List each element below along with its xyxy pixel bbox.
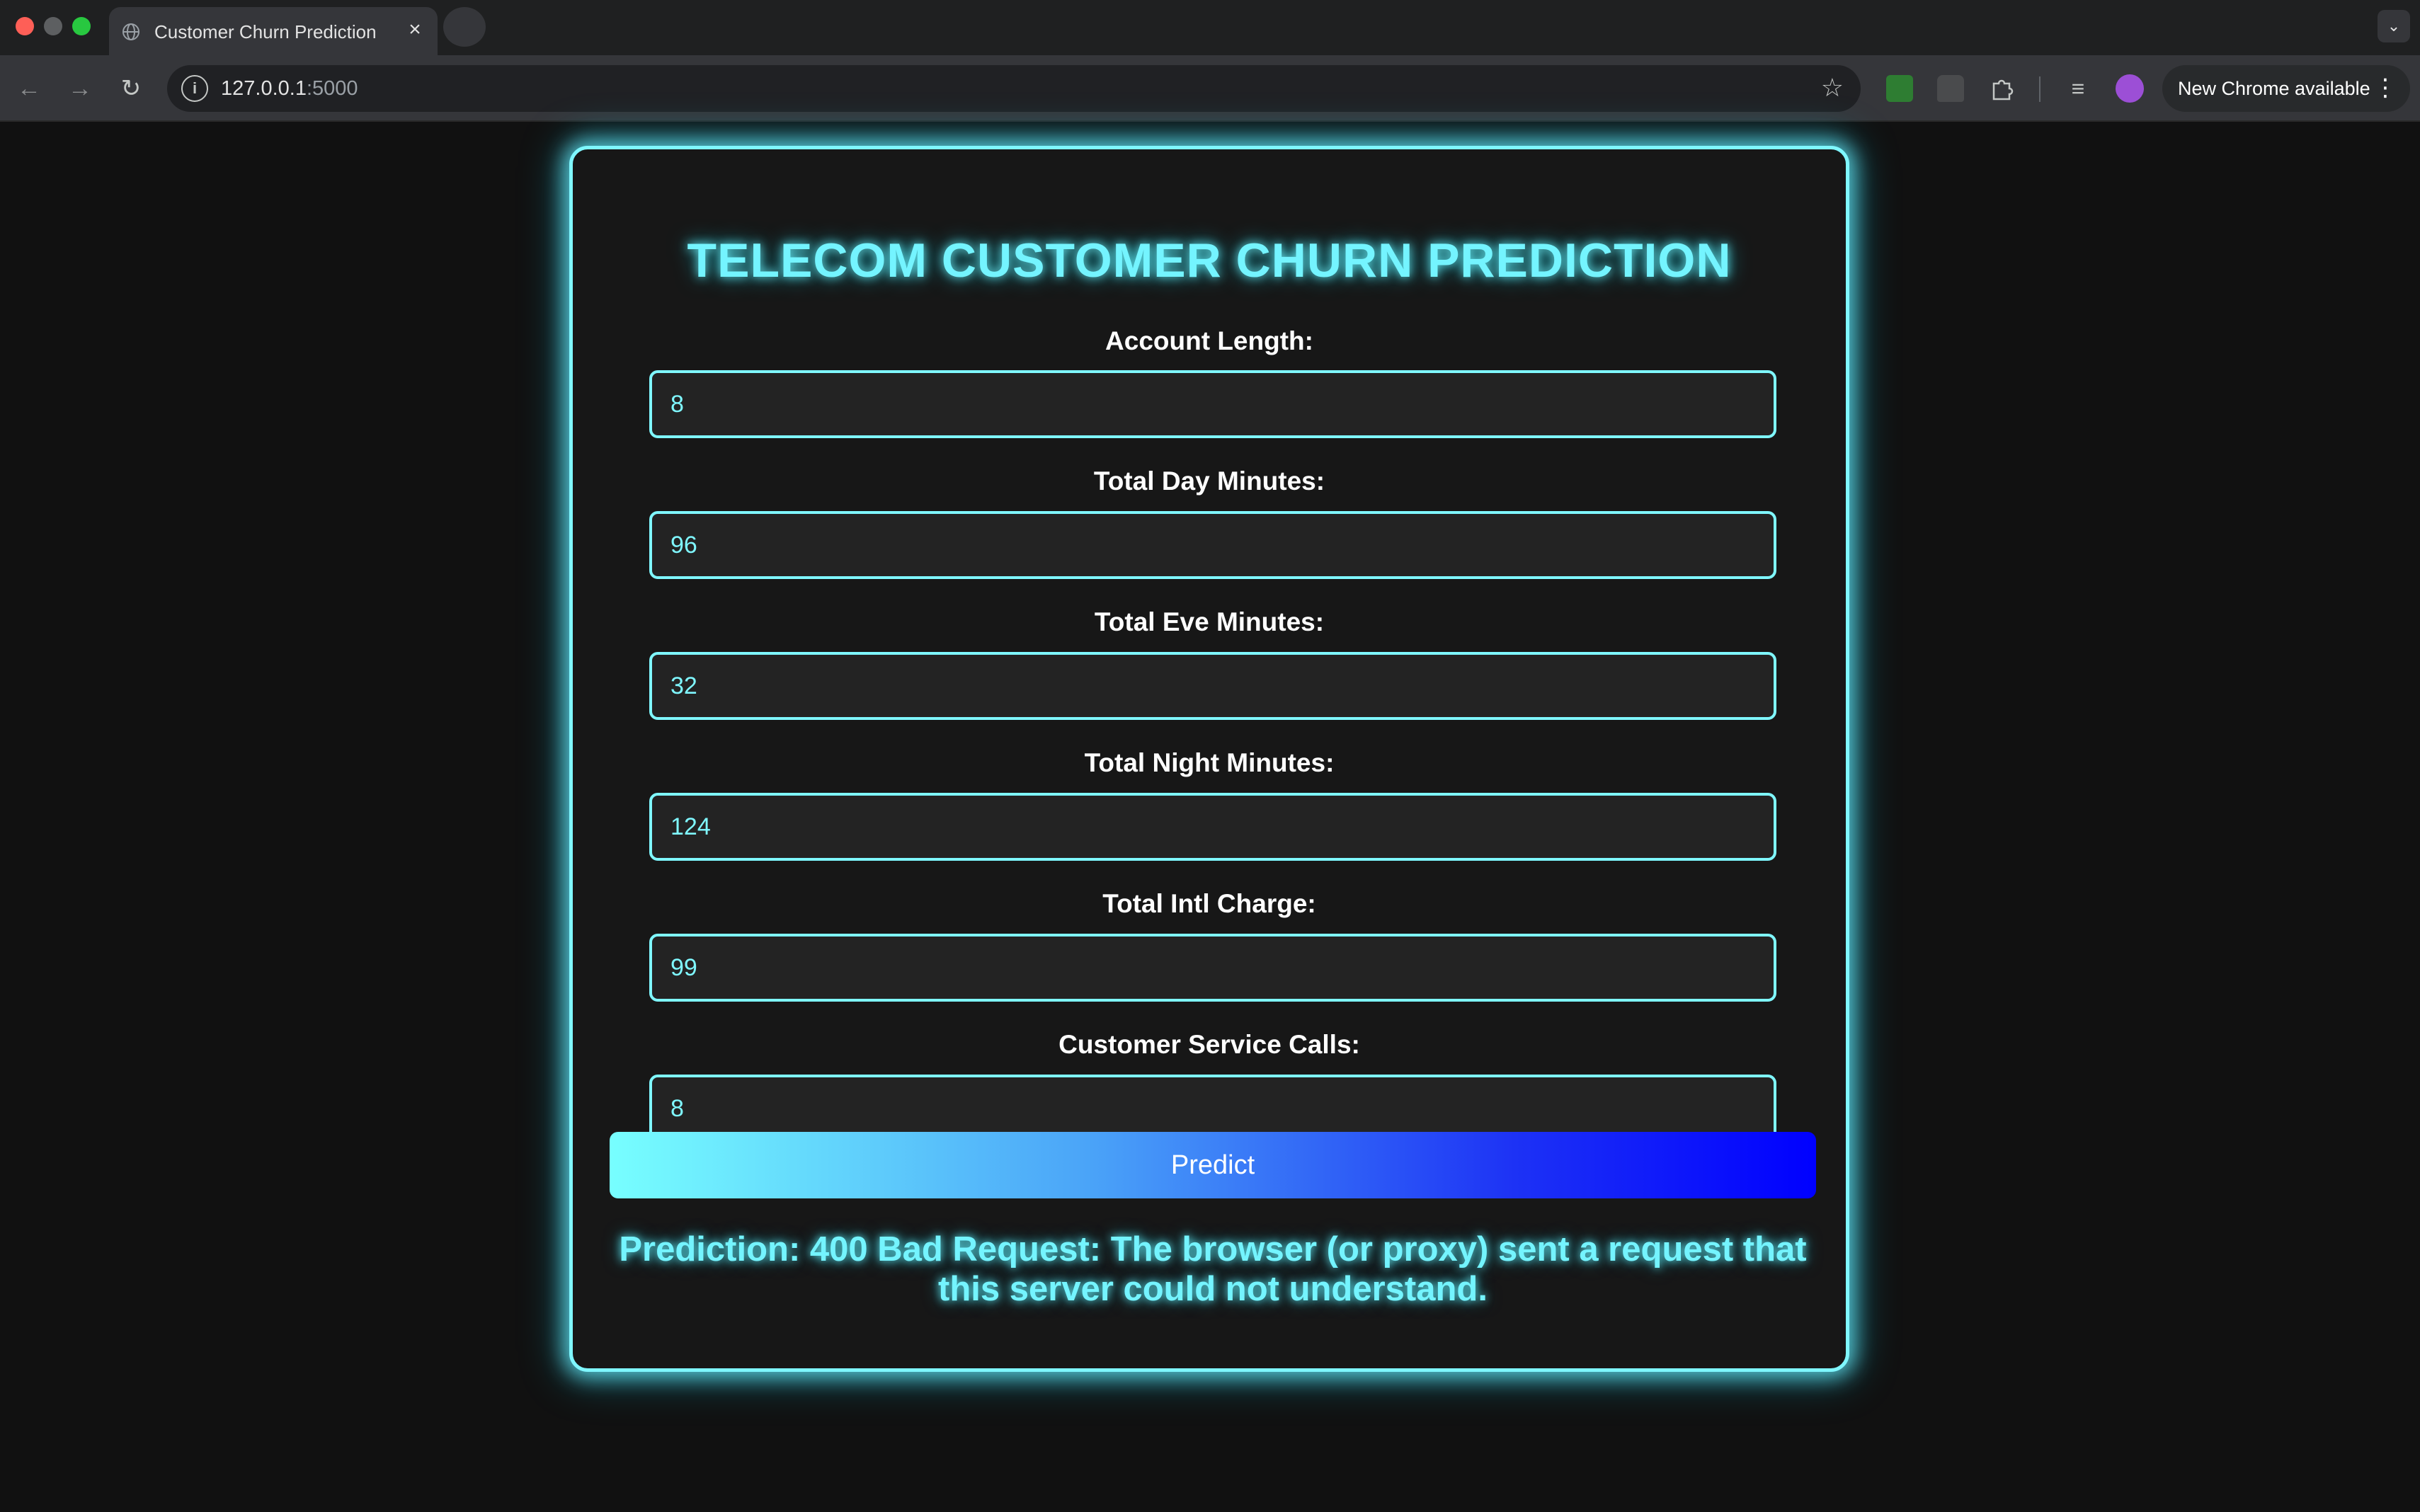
close-icon[interactable]: × (402, 17, 428, 42)
total-day-minutes-label: Total Day Minutes: (1093, 466, 1325, 496)
browser-toolbar: ← → ↻ i 127.0.0.1:5000 ☆ ≡ New Chrome av… (0, 55, 2420, 122)
extension-icon[interactable] (1937, 75, 1964, 102)
prediction-card: TELECOM CUSTOMER CHURN PREDICTION Accoun… (569, 146, 1849, 1372)
url-host: 127.0.0.1 (221, 77, 307, 100)
window-close-button[interactable] (16, 17, 34, 35)
extension-icon[interactable] (1886, 75, 1913, 102)
tab-title: Customer Churn Prediction (154, 21, 377, 42)
account-length-label: Account Length: (1105, 326, 1313, 355)
reload-icon[interactable]: ↻ (113, 71, 149, 106)
predict-button[interactable]: Predict (610, 1132, 1816, 1198)
url-text[interactable]: 127.0.0.1:5000 (221, 77, 358, 101)
arrow-right-icon[interactable]: → (62, 71, 98, 106)
globe-icon (122, 23, 139, 40)
new-tab-button[interactable] (443, 7, 486, 47)
browser-tabbar: Customer Churn Prediction × ⌄ (0, 0, 2420, 55)
total-eve-minutes-label: Total Eve Minutes: (1094, 607, 1325, 636)
page-viewport: TELECOM CUSTOMER CHURN PREDICTION Accoun… (0, 122, 2420, 1512)
window-zoom-button[interactable] (72, 17, 91, 35)
browser-tab[interactable]: Customer Churn Prediction × (109, 7, 438, 55)
url-port: :5000 (306, 77, 358, 100)
total-intl-charge-label: Total Intl Charge: (1102, 889, 1316, 918)
window-minimize-button[interactable] (44, 17, 62, 35)
total-night-minutes-input[interactable] (649, 793, 1776, 861)
account-length-input[interactable] (649, 370, 1776, 438)
star-icon[interactable]: ☆ (1821, 74, 1844, 102)
total-night-minutes-label: Total Night Minutes: (1084, 748, 1335, 777)
customer-service-calls-label: Customer Service Calls: (1058, 1030, 1360, 1059)
media-queue-icon[interactable]: ≡ (2065, 75, 2091, 102)
chrome-update-button[interactable]: New Chrome available ⋮ (2162, 65, 2410, 112)
avatar[interactable] (2116, 74, 2144, 103)
puzzle-icon[interactable] (1988, 75, 2015, 102)
prediction-result: Prediction: 400 Bad Request: The browser… (619, 1230, 1807, 1308)
total-day-minutes-input[interactable] (649, 511, 1776, 579)
page-title: TELECOM CUSTOMER CHURN PREDICTION (687, 234, 1732, 287)
address-bar[interactable]: i 127.0.0.1:5000 ☆ (167, 65, 1861, 112)
chevron-down-icon[interactable]: ⌄ (2378, 10, 2410, 42)
info-icon[interactable]: i (181, 75, 208, 102)
toolbar-divider (2039, 76, 2041, 102)
update-label: New Chrome available (2178, 78, 2370, 99)
total-intl-charge-input[interactable] (649, 934, 1776, 1002)
arrow-left-icon[interactable]: ← (11, 71, 47, 106)
total-eve-minutes-input[interactable] (649, 652, 1776, 720)
kebab-menu-icon[interactable]: ⋮ (2373, 74, 2397, 102)
